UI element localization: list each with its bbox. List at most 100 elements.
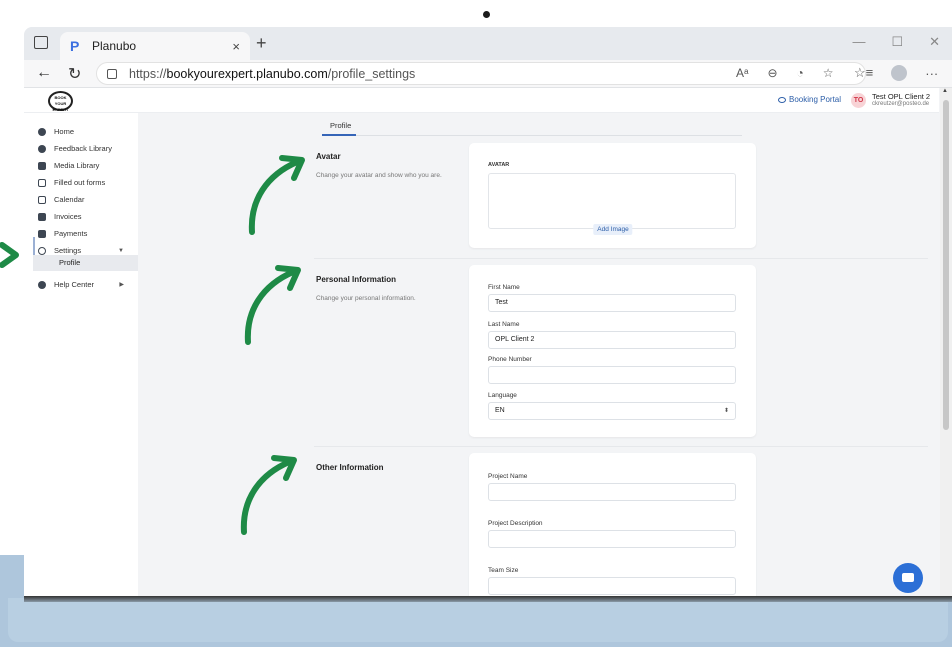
personal-info-desc: Change your personal information. [316,295,416,302]
favorite-star-icon[interactable]: ☆ [823,66,834,80]
sidebar-item-label: Feedback Library [54,144,112,153]
phone-field[interactable] [488,366,736,384]
avatar-card: AVATAR Add Image [469,143,756,248]
chevron-right-icon[interactable]: ▶ [119,281,124,288]
tab-divider [322,135,742,136]
chat-button[interactable] [893,563,923,593]
other-info-card: Project Name Project Description Team Si… [469,453,756,600]
sidebar: Home Feedback Library Media Library Fill… [24,113,138,600]
read-aloud-icon[interactable]: Aᵃ [736,66,748,80]
tab-profile[interactable]: Profile [330,121,351,130]
page-scrollbar[interactable]: ▲ [940,88,952,600]
project-description-field[interactable] [488,530,736,548]
select-caret-icon: ⬍ [723,408,729,414]
phone-label: Phone Number [488,356,532,363]
calendar-icon [38,195,46,204]
user-name[interactable]: Test OPL Client 2 [872,92,930,101]
first-name-label: First Name [488,284,520,291]
sidebar-item-filled-out-forms[interactable]: Filled out forms [24,174,138,191]
browser-toolbar-right: ☆≡ ··· [854,65,938,81]
avatar-section-desc: Change your avatar and show who you are. [316,172,442,179]
booking-portal-label: Booking Portal [789,95,842,104]
favorites-icon[interactable]: ☆≡ [854,65,873,81]
sidebar-item-help-center[interactable]: Help Center ▶ [24,276,138,293]
browser-tab[interactable]: P Planubo × [60,32,250,60]
address-bar: ← ↻ https://bookyourexpert.planubo.com/p… [24,60,952,88]
back-arrow-icon[interactable]: ← [36,64,52,82]
tab-actions-icon[interactable] [34,36,48,49]
gear-icon [38,246,46,255]
library-icon [38,161,46,170]
new-tab-button[interactable]: + [256,33,267,54]
sidebar-item-label: Payments [54,229,88,238]
home-icon [38,127,46,136]
planubo-favicon-icon: P [70,38,80,54]
book-your-expert-logo[interactable]: BOOK YOUR EXPERT [48,91,73,112]
language-label: Language [488,392,517,399]
add-image-button[interactable]: Add Image [593,224,633,235]
forms-icon [38,178,46,187]
chat-icon [38,144,46,153]
user-email: ckreutzer@posteo.de [872,101,930,107]
eye-icon [778,96,786,103]
sidebar-item-calendar[interactable]: Calendar [24,191,138,208]
booking-portal-link[interactable]: Booking Portal [778,95,841,104]
maximize-button[interactable]: ☐ [891,34,903,50]
avatar-section-title: Avatar [316,152,341,161]
chevron-down-icon[interactable]: ▼ [118,248,124,254]
sidebar-item-label: Help Center [54,280,95,289]
project-name-field[interactable] [488,483,736,501]
app-header: BOOK YOUR EXPERT Booking Portal TO Test OP… [24,88,939,113]
minimize-button[interactable]: — [852,34,865,50]
last-name-field[interactable]: OPL Client 2 [488,331,736,349]
close-window-button[interactable]: ✕ [929,34,940,50]
language-value: EN [495,407,505,414]
scroll-up-icon[interactable]: ▲ [942,88,948,94]
sidebar-item-feedback-library[interactable]: Feedback Library [24,140,138,157]
project-description-label: Project Description [488,520,543,527]
profile-avatar-icon[interactable] [891,65,908,81]
other-info-title: Other Information [316,463,384,472]
language-select[interactable]: EN ⬍ [488,402,736,420]
window-controls: — ☐ ✕ [852,34,940,50]
refresh-icon[interactable]: ↻ [68,64,81,84]
first-name-field[interactable]: Test [488,294,736,312]
sidebar-item-payments[interactable]: Payments [24,225,138,242]
sidebar-item-label: Calendar [54,195,85,204]
tab-close-icon[interactable]: × [232,39,240,54]
sidebar-item-invoices[interactable]: Invoices [24,208,138,225]
zoom-icon[interactable]: ⊖ [767,66,777,80]
tracking-prevention-icon[interactable]: ◔ [797,66,804,80]
sidebar-item-label: Home [54,127,75,136]
user-avatar[interactable]: TO [851,93,866,108]
sidebar-item-label: Settings [54,246,82,255]
scroll-thumb[interactable] [943,100,949,430]
sidebar-subitem-profile[interactable]: Profile [33,255,138,271]
team-size-label: Team Size [488,567,519,574]
help-icon [38,280,46,289]
avatar-dropzone[interactable]: Add Image [488,173,736,235]
annotation-arrow-personal-icon [244,265,301,345]
personal-info-card: First Name Test Last Name OPL Client 2 P… [469,265,756,437]
section-divider [314,258,928,259]
url-text: https://bookyourexpert.planubo.com/profi… [129,66,416,81]
screen-bottom-edge [24,596,952,602]
annotation-arrow-settings-icon [0,242,19,268]
avatar-label: AVATAR [488,162,510,168]
sidebar-item-media-library[interactable]: Media Library [24,157,138,174]
chat-bubble-icon [902,573,914,582]
camera-dot [483,11,490,18]
app-page: BOOK YOUR EXPERT Booking Portal TO Test OP… [24,88,952,600]
sidebar-item-label: Filled out forms [54,178,106,187]
last-name-label: Last Name [488,321,520,328]
sidebar-item-home[interactable]: Home [24,123,138,140]
more-menu-icon[interactable]: ··· [925,66,938,81]
laptop-base [8,598,948,642]
tab-active-underline [322,134,356,136]
team-size-field[interactable] [488,577,736,595]
annotation-arrow-other-icon [240,455,297,535]
project-name-label: Project Name [488,473,528,480]
invoice-icon [38,212,46,221]
card-icon [38,229,46,238]
site-info-icon[interactable] [107,68,117,79]
